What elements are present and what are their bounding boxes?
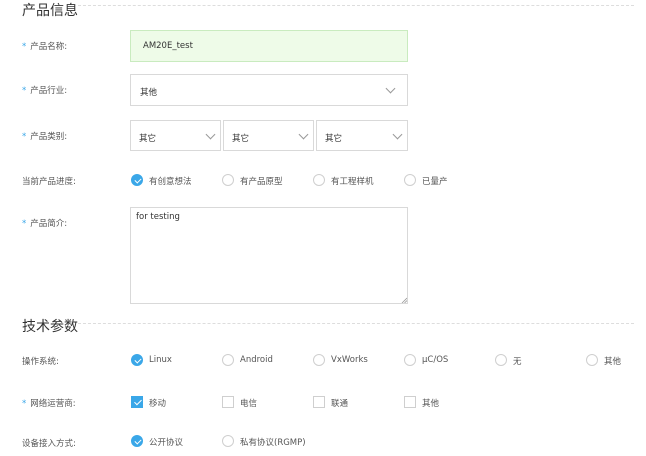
access-label: 设备接入方式:	[22, 437, 76, 449]
radio-checked-icon	[131, 174, 143, 186]
category-select-2[interactable]: 其它	[223, 120, 314, 151]
required-mark: *	[22, 219, 26, 229]
radio-icon	[313, 174, 325, 186]
industry-label: *产品行业:	[22, 84, 67, 96]
category-value: 其它	[139, 132, 156, 144]
progress-label: 当前产品进度:	[22, 175, 76, 187]
chevron-down-icon	[386, 84, 396, 94]
product-name-value: AM20E_test	[143, 41, 193, 51]
required-mark: *	[22, 132, 26, 142]
product-name-input[interactable]: AM20E_test	[130, 30, 408, 62]
checkbox-icon	[313, 396, 325, 408]
radio-icon	[586, 354, 598, 366]
industry-select[interactable]: 其他	[130, 74, 408, 106]
chevron-down-icon	[206, 130, 216, 140]
chevron-down-icon	[299, 130, 309, 140]
radio-icon	[222, 354, 234, 366]
industry-value: 其他	[140, 86, 157, 98]
required-mark: *	[22, 42, 26, 52]
radio-icon	[495, 354, 507, 366]
category-select-1[interactable]: 其它	[130, 120, 221, 151]
intro-value: for testing	[136, 212, 180, 222]
resize-handle-icon[interactable]	[401, 297, 407, 303]
category-label: *产品类别:	[22, 130, 67, 142]
section-divider	[78, 5, 634, 6]
section-title-tech-params: 技术参数	[22, 316, 78, 336]
section-title-product-info: 产品信息	[22, 0, 78, 20]
chevron-down-icon	[393, 130, 403, 140]
carrier-label: *网络运营商:	[22, 397, 76, 409]
category-select-3[interactable]: 其它	[316, 120, 408, 151]
checkbox-icon	[404, 396, 416, 408]
os-label: 操作系统:	[22, 355, 59, 367]
intro-label: *产品简介:	[22, 217, 67, 229]
section-divider	[78, 323, 634, 324]
required-mark: *	[22, 86, 26, 96]
category-value: 其它	[325, 132, 342, 144]
radio-checked-icon	[131, 435, 143, 447]
radio-icon	[404, 174, 416, 186]
required-mark: *	[22, 399, 26, 409]
radio-icon	[222, 435, 234, 447]
intro-textarea[interactable]: for testing	[130, 207, 408, 304]
radio-checked-icon	[131, 354, 143, 366]
category-value: 其它	[232, 132, 249, 144]
radio-icon	[404, 354, 416, 366]
checkbox-icon	[222, 396, 234, 408]
product-name-label: *产品名称:	[22, 40, 67, 52]
checkbox-checked-icon	[131, 396, 143, 408]
radio-icon	[222, 174, 234, 186]
radio-icon	[313, 354, 325, 366]
